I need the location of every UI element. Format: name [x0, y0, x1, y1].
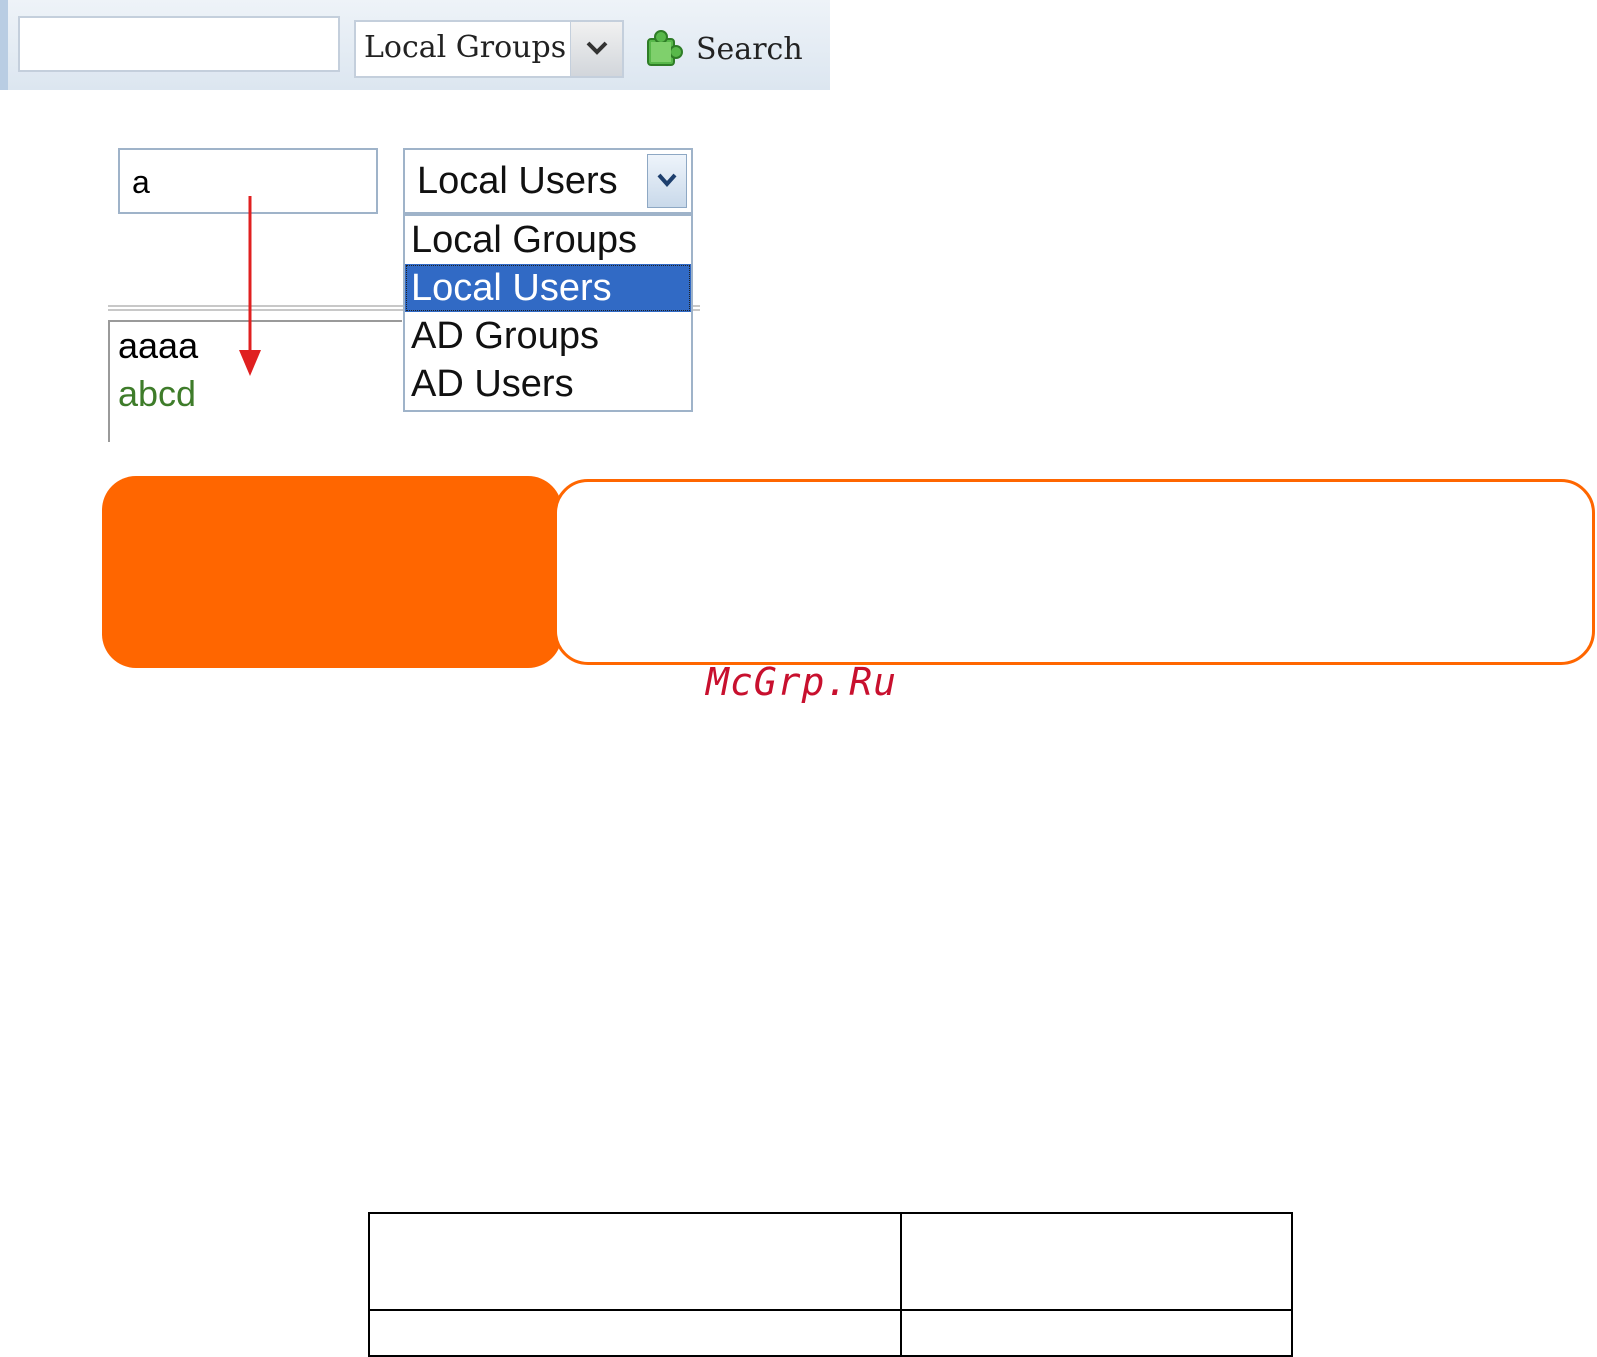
search-toolbar: Local Groups Search	[0, 0, 830, 90]
type-select[interactable]: Local Groups	[354, 20, 624, 78]
search-button[interactable]: Search	[642, 24, 803, 74]
table-cell	[900, 1212, 1293, 1311]
down-arrow-icon	[239, 196, 261, 376]
table-row	[368, 1309, 1293, 1357]
type-select-value: Local Groups	[364, 30, 567, 65]
search-button-label: Search	[696, 31, 803, 67]
search-input[interactable]	[18, 16, 340, 72]
table-row	[368, 1212, 1293, 1311]
account-type-options: Local Groups Local Users AD Groups AD Us…	[403, 214, 693, 412]
chevron-down-icon	[586, 41, 608, 55]
option-ad-users[interactable]: AD Users	[405, 360, 691, 408]
name-filter-value: a	[132, 164, 150, 200]
puzzle-icon	[647, 30, 683, 66]
account-type-select[interactable]: Local Users	[403, 148, 693, 214]
table-cell	[368, 1212, 902, 1311]
account-type-dropdown-button[interactable]	[647, 154, 687, 208]
option-local-users[interactable]: Local Users	[405, 264, 691, 312]
note-label-panel	[102, 476, 562, 668]
account-type-select-value: Local Users	[417, 160, 618, 202]
note-content-panel	[554, 479, 1595, 665]
option-ad-groups[interactable]: AD Groups	[405, 312, 691, 360]
chevron-down-icon	[657, 173, 677, 188]
type-select-dropdown-button[interactable]	[570, 22, 622, 76]
watermark: McGrp.Ru	[706, 660, 898, 704]
table-cell	[368, 1309, 902, 1357]
info-table	[368, 1212, 1293, 1357]
option-local-groups[interactable]: Local Groups	[405, 216, 691, 264]
table-cell	[900, 1309, 1293, 1357]
